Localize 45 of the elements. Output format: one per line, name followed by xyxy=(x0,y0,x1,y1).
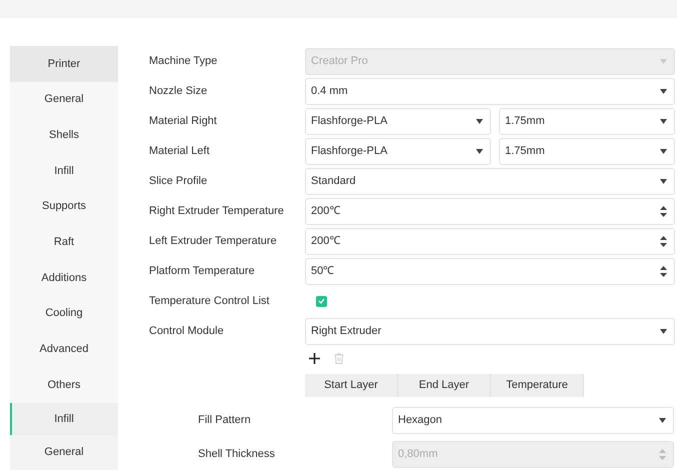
field-label: Control Module xyxy=(149,324,225,339)
field-label: Fill Pattern xyxy=(197,412,252,428)
field-label: Material Right xyxy=(149,114,218,129)
caret-icon xyxy=(660,58,667,64)
dropdown[interactable]: Hexagon xyxy=(392,406,674,434)
spin-arrows-icon xyxy=(660,266,667,276)
caret-icon xyxy=(476,148,483,154)
dropdown[interactable]: 1.75mm xyxy=(499,108,675,134)
caret-icon xyxy=(660,88,667,94)
spin-arrows-icon xyxy=(660,236,667,246)
column-header: Start Layer xyxy=(305,374,398,397)
plus-icon xyxy=(308,352,320,364)
column-header: End Layer xyxy=(398,374,491,397)
field-label: Nozzle Size xyxy=(149,84,208,99)
field-label: Right Extruder Temperature xyxy=(149,204,285,219)
number-field[interactable]: 200℃ xyxy=(305,198,675,224)
sidebar-item[interactable]: General xyxy=(10,435,118,470)
field-label: Shell Thickness xyxy=(197,447,276,462)
sidebar-item[interactable]: Infill xyxy=(10,403,118,435)
dropdown[interactable]: 1.75mm xyxy=(499,138,675,164)
caret-icon xyxy=(660,328,667,334)
caret-icon xyxy=(660,148,667,154)
spin-arrows-icon xyxy=(659,449,666,460)
field-label: Left Extruder Temperature xyxy=(149,234,278,249)
dropdown[interactable]: Flashforge-PLA xyxy=(305,108,491,134)
field-label: Platform Temperature xyxy=(149,264,256,279)
field-label: Material Left xyxy=(149,144,211,159)
spin-arrows-icon xyxy=(660,206,667,216)
number-field[interactable]: 200℃ xyxy=(305,228,675,254)
caret-icon xyxy=(660,178,667,184)
dropdown[interactable]: 0.4 mm xyxy=(305,78,675,104)
caret-icon xyxy=(659,418,666,422)
dropdown[interactable]: Flashforge-PLA xyxy=(305,138,491,164)
number-field[interactable]: 50℃ xyxy=(305,258,675,284)
checkbox[interactable] xyxy=(316,296,327,306)
field-label: Slice Profile xyxy=(149,174,208,189)
caret-icon xyxy=(660,118,667,124)
dropdown[interactable]: Right Extruder xyxy=(305,318,675,344)
dropdown[interactable]: Standard xyxy=(305,168,675,194)
caret-icon xyxy=(476,118,483,124)
field-label: Machine Type xyxy=(149,54,218,69)
sidebar-item[interactable]: Printer xyxy=(10,46,118,82)
trash-icon xyxy=(334,352,344,364)
field-label: Temperature Control List xyxy=(149,294,270,309)
column-header: Temperature xyxy=(491,374,584,397)
